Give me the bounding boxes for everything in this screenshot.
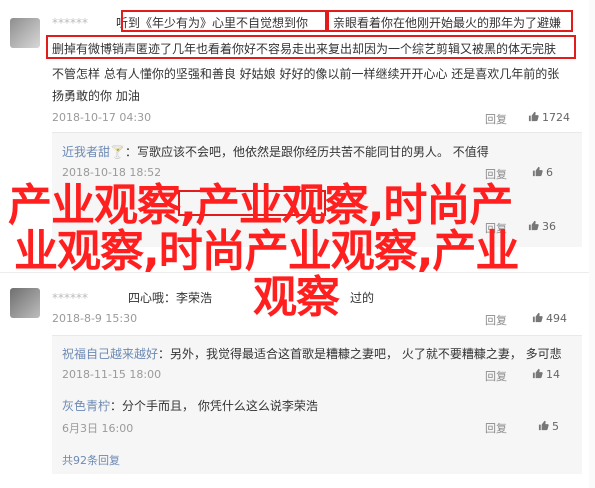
reply-button[interactable]: 回复: [485, 312, 507, 328]
comment-text: ****** 四心哦：李荣浩: [52, 289, 212, 306]
overlay-text-line1: 产业观察,产业观察,时尚产: [8, 180, 513, 231]
comment-date: 2018-8-9 15:30: [52, 312, 138, 325]
reply-text: 灰色青柠：分个手而且， 你凭什么这么说李荣浩: [62, 397, 318, 414]
comment-content-2: 过的: [350, 291, 375, 305]
comment-line4: 扬勇敢的你 加油: [52, 89, 140, 103]
scrollbar[interactable]: [589, 0, 595, 488]
comment-date: 2018-10-17 04:30: [52, 111, 152, 124]
avatar[interactable]: [10, 18, 40, 48]
reply-button[interactable]: 回复: [485, 368, 507, 384]
overlay-text-line3: 观察: [253, 272, 340, 323]
like-button[interactable]: 36: [528, 220, 556, 233]
like-count: 6: [546, 166, 553, 179]
highlight-box: [46, 35, 576, 59]
thumb-up-icon: [532, 166, 543, 177]
highlight-box: [327, 10, 573, 32]
like-count: 1724: [542, 111, 570, 124]
reply-date: 6月3日 16:00: [62, 422, 134, 435]
like-button[interactable]: 6: [532, 166, 553, 179]
reply-date: 2018-10-18 18:52: [62, 166, 162, 179]
reply-button[interactable]: 回复: [485, 420, 507, 436]
badge-icon: 🍸: [110, 145, 125, 159]
reply-content: ：分个手而且， 你凭什么这么说李荣浩: [110, 399, 318, 413]
like-button[interactable]: 1724: [528, 111, 570, 124]
reply-content: ：另外，我觉得最适合这首歌是糟糠之妻吧， 火了就不要糟糠之妻， 多可悲: [158, 347, 562, 361]
reply-extra: 不值得: [452, 145, 489, 159]
thumb-up-icon: [532, 368, 543, 379]
username[interactable]: ******: [52, 16, 88, 30]
more-replies-link[interactable]: 共92条回复: [62, 452, 120, 468]
overlay-text-line2: 业观察,时尚产业观察,产业: [14, 226, 519, 277]
like-button[interactable]: 494: [532, 312, 567, 325]
reply-button[interactable]: 回复: [485, 111, 507, 127]
username[interactable]: ******: [52, 291, 88, 305]
thumb-up-icon: [528, 111, 539, 122]
reply-content: ：写歌应该不会吧，他依然是跟你经历共苦不能同甘的男人。: [124, 145, 453, 159]
like-count: 14: [546, 368, 560, 381]
avatar[interactable]: [10, 288, 40, 318]
reply-text: 近我者甜🍸：写歌应该不会吧，他依然是跟你经历共苦不能同甘的男人。 不值得: [62, 143, 489, 160]
comment-line3: 不管怎样 总有人懂你的坚强和善良 好姑娘 好好的像以前一样继续开开心心 还是喜欢…: [52, 67, 560, 81]
username[interactable]: 祝福自己越来越好: [62, 347, 158, 361]
username[interactable]: 近我者甜: [62, 145, 110, 159]
like-count: 36: [542, 220, 556, 233]
thumb-up-icon: [532, 312, 543, 323]
like-count: 5: [552, 420, 559, 433]
reply-text: 祝福自己越来越好：另外，我觉得最适合这首歌是糟糠之妻吧， 火了就不要糟糠之妻， …: [62, 345, 562, 362]
highlight-box: [121, 10, 327, 32]
thumb-up-icon: [528, 220, 539, 231]
thumb-up-icon: [538, 420, 549, 431]
like-button[interactable]: 14: [532, 368, 560, 381]
reply-date: 2018-11-15 18:00: [62, 368, 162, 381]
like-count: 494: [546, 312, 567, 325]
comment-content: 四心哦：李荣浩: [128, 291, 213, 305]
username[interactable]: 灰色青柠: [62, 399, 110, 413]
like-button[interactable]: 5: [538, 420, 559, 433]
